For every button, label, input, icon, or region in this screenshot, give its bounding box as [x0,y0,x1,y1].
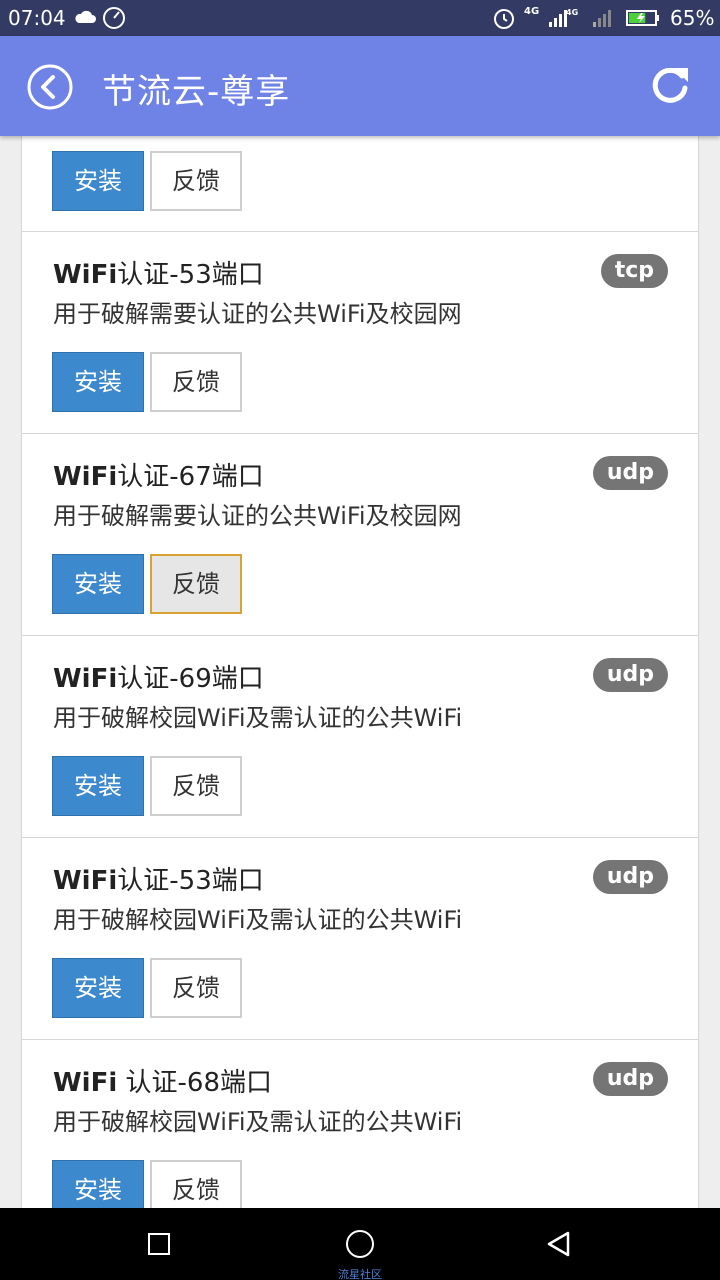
network-type-1: 4G [524,6,540,17]
item-title-bold: WiFi [53,260,118,290]
protocol-badge: udp [592,456,668,490]
item-description: 用于破解需要认证的公共WiFi及校园网 [53,502,462,530]
install-button[interactable]: 安装 [52,958,144,1018]
protocol-badge: tcp [600,254,668,288]
battery-percent: 65% [670,6,715,30]
item-title-rest: 认证-69端口 [117,664,264,694]
item-title-rest: 认证-53端口 [117,260,264,290]
install-button[interactable]: 安装 [52,554,144,614]
recent-apps-icon[interactable] [148,1233,170,1255]
status-time: 07:04 [8,6,66,30]
protocol-badge: udp [592,658,668,692]
item-title-bold: WiFi [53,664,118,694]
alarm-icon [494,9,514,29]
item-title: WiFi认证-53端口 [53,254,264,291]
item-title-bold: WiFi [53,866,118,896]
watermark: 流星社区 [338,1268,382,1280]
item-title: WiFi认证-69端口 [53,658,264,695]
feedback-button[interactable]: 反馈 [150,554,242,614]
feedback-button[interactable]: 反馈 [150,151,242,211]
install-button[interactable]: 安装 [52,352,144,412]
cloud-icon [75,10,96,23]
signal-icon [549,10,567,27]
feedback-button[interactable]: 反馈 [150,756,242,816]
refresh-icon[interactable] [648,64,692,108]
install-button[interactable]: 安装 [52,756,144,816]
list-item: WiFi认证-53端口用于破解需要认证的公共WiFi及校园网 tcp 安装 反馈 [21,232,699,434]
status-bar: 07:04 4G 4G 65% [0,0,720,36]
navigation-bar: 流星社区 [0,1208,720,1280]
back-icon[interactable] [546,1230,572,1258]
item-title: WiFi认证-53端口 [53,860,264,897]
back-circle-icon[interactable] [26,63,74,111]
page-title: 节流云-尊享 [102,72,291,112]
install-button[interactable]: 安装 [52,1160,144,1208]
speed-icon [103,7,125,29]
item-title: WiFi认证-67端口 [53,456,264,493]
list-item: WiFi认证-8080端口用于破解需要认证的公共WiFi及校园网tcp安装反馈 [21,136,699,232]
item-title-rest: 认证-68端口 [117,1068,272,1098]
home-icon[interactable] [346,1230,374,1258]
item-title-rest: 认证-53端口 [117,866,264,896]
script-list[interactable]: WiFi认证-8080端口用于破解需要认证的公共WiFi及校园网tcp安装反馈W… [0,136,720,1208]
item-description: 用于破解校园WiFi及需认证的公共WiFi [53,1108,463,1136]
list-item: WiFi认证-67端口用于破解需要认证的公共WiFi及校园网 udp 安装 反馈 [21,434,699,636]
feedback-button[interactable]: 反馈 [150,958,242,1018]
signal-weak-icon [593,10,611,27]
list-item: WiFi认证-53端口用于破解校园WiFi及需认证的公共WiFi udp 安装 反馈 [21,838,699,1040]
item-title-bold: WiFi [53,462,118,492]
list-item: WiFi 认证-68端口用于破解校园WiFi及需认证的公共WiFi udp 安装 反馈 [21,1040,699,1208]
install-button[interactable]: 安装 [52,151,144,211]
list-item: WiFi认证-69端口用于破解校园WiFi及需认证的公共WiFi udp 安装 反馈 [21,636,699,838]
protocol-badge: udp [592,1062,668,1096]
battery-icon [626,10,659,26]
feedback-button[interactable]: 反馈 [150,1160,242,1208]
feedback-button[interactable]: 反馈 [150,352,242,412]
item-description: 用于破解校园WiFi及需认证的公共WiFi [53,704,463,732]
item-title-rest: 认证-67端口 [117,462,264,492]
network-type-2: 4G [566,8,579,17]
item-title: WiFi 认证-68端口 [53,1062,272,1099]
item-description: 用于破解校园WiFi及需认证的公共WiFi [53,906,463,934]
item-description: 用于破解需要认证的公共WiFi及校园网 [53,300,462,328]
item-title-bold: WiFi [53,1068,118,1098]
app-header: 节流云-尊享 [0,36,720,136]
protocol-badge: udp [592,860,668,894]
